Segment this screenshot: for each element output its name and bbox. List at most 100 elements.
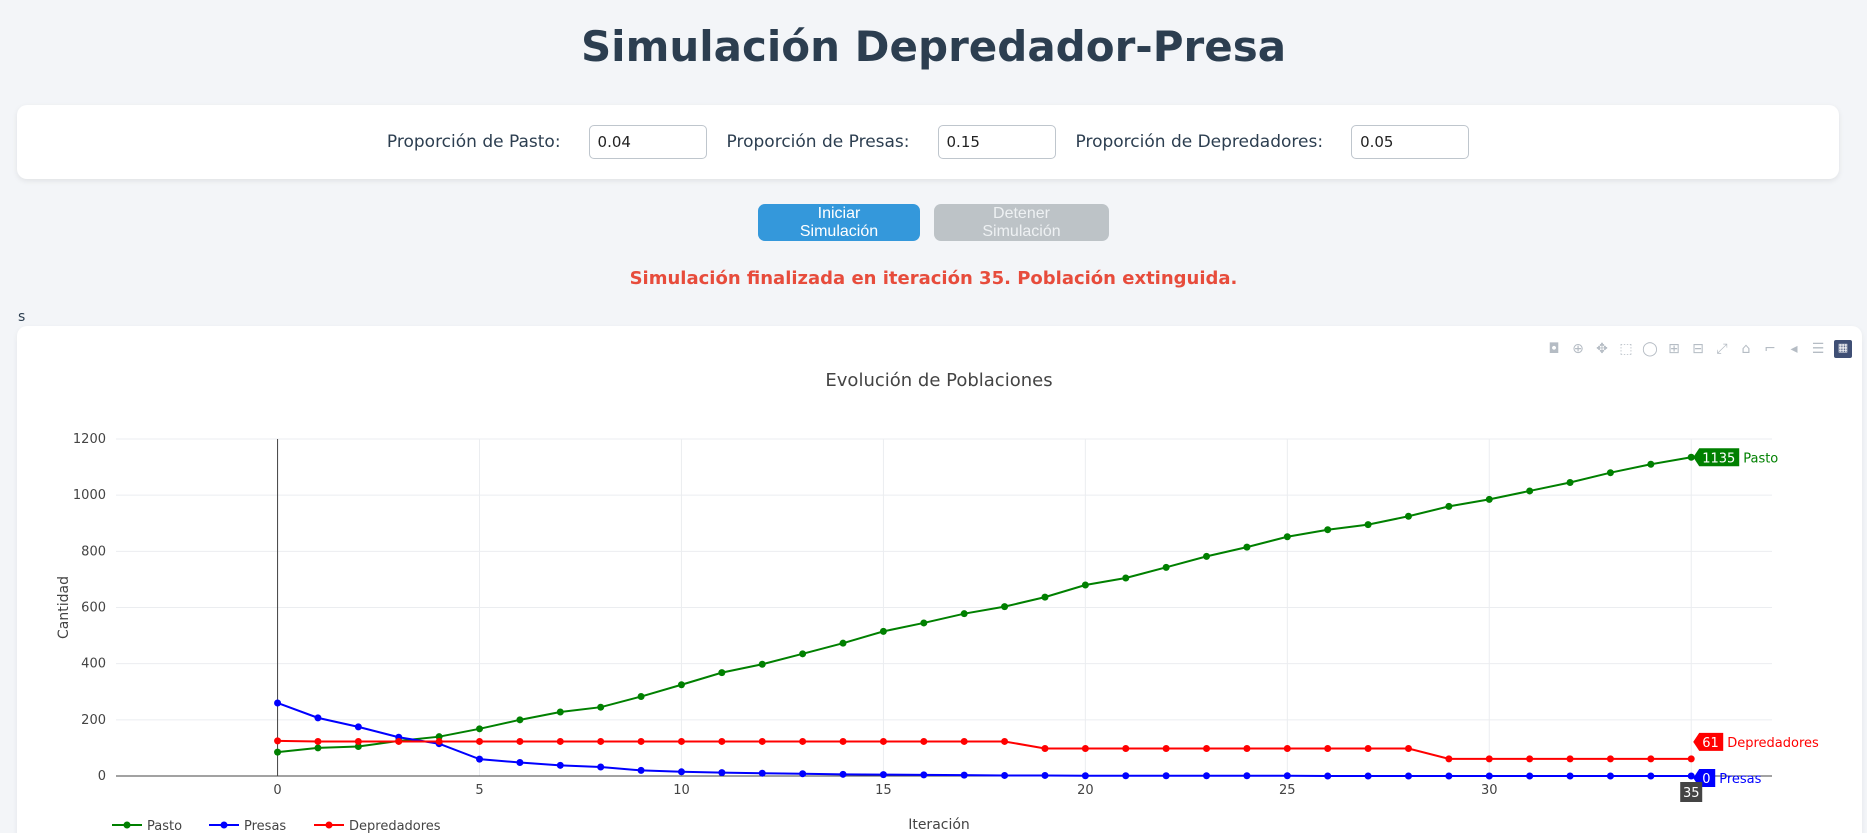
data-point-presas[interactable] bbox=[516, 759, 524, 767]
data-point-depredadores[interactable] bbox=[1566, 755, 1574, 763]
data-point-presas[interactable] bbox=[960, 771, 968, 779]
data-point-pasto[interactable] bbox=[1162, 563, 1170, 571]
data-point-pasto[interactable] bbox=[920, 619, 928, 627]
data-point-depredadores[interactable] bbox=[435, 737, 443, 745]
data-point-depredadores[interactable] bbox=[1162, 744, 1170, 752]
data-point-presas[interactable] bbox=[1081, 772, 1089, 780]
data-point-pasto[interactable] bbox=[1606, 469, 1614, 477]
data-point-presas[interactable] bbox=[1122, 772, 1130, 780]
data-point-pasto[interactable] bbox=[799, 650, 807, 658]
data-point-presas[interactable] bbox=[1001, 771, 1009, 779]
data-point-depredadores[interactable] bbox=[839, 737, 847, 745]
data-point-pasto[interactable] bbox=[879, 627, 887, 635]
data-point-pasto[interactable] bbox=[476, 725, 484, 733]
data-point-depredadores[interactable] bbox=[556, 737, 564, 745]
data-point-pasto[interactable] bbox=[1404, 512, 1412, 520]
data-point-pasto[interactable] bbox=[1647, 460, 1655, 468]
data-point-pasto[interactable] bbox=[1445, 502, 1453, 510]
data-point-pasto[interactable] bbox=[1283, 533, 1291, 541]
data-point-depredadores[interactable] bbox=[960, 737, 968, 745]
data-point-depredadores[interactable] bbox=[1404, 744, 1412, 752]
data-point-pasto[interactable] bbox=[1081, 581, 1089, 589]
data-point-depredadores[interactable] bbox=[354, 737, 362, 745]
data-point-depredadores[interactable] bbox=[1485, 755, 1493, 763]
data-point-presas[interactable] bbox=[758, 769, 766, 777]
data-point-pasto[interactable] bbox=[314, 744, 322, 752]
data-point-depredadores[interactable] bbox=[1203, 744, 1211, 752]
data-point-pasto[interactable] bbox=[1041, 593, 1049, 601]
data-point-pasto[interactable] bbox=[1566, 479, 1574, 487]
data-point-presas[interactable] bbox=[1243, 772, 1251, 780]
legend-marker[interactable] bbox=[220, 821, 228, 829]
data-point-pasto[interactable] bbox=[637, 693, 645, 701]
data-point-presas[interactable] bbox=[314, 714, 322, 722]
data-point-presas[interactable] bbox=[799, 770, 807, 778]
data-point-presas[interactable] bbox=[718, 769, 726, 777]
data-point-depredadores[interactable] bbox=[314, 737, 322, 745]
data-point-pasto[interactable] bbox=[1001, 603, 1009, 611]
data-point-depredadores[interactable] bbox=[1243, 744, 1251, 752]
data-point-pasto[interactable] bbox=[1203, 552, 1211, 560]
data-point-depredadores[interactable] bbox=[1283, 744, 1291, 752]
data-point-depredadores[interactable] bbox=[395, 737, 403, 745]
data-point-presas[interactable] bbox=[1526, 772, 1534, 780]
data-point-depredadores[interactable] bbox=[274, 737, 282, 745]
data-point-depredadores[interactable] bbox=[476, 737, 484, 745]
data-point-depredadores[interactable] bbox=[1001, 737, 1009, 745]
data-point-pasto[interactable] bbox=[1324, 526, 1332, 534]
data-point-pasto[interactable] bbox=[1485, 495, 1493, 503]
data-point-pasto[interactable] bbox=[1526, 487, 1534, 495]
data-point-pasto[interactable] bbox=[1243, 543, 1251, 551]
data-point-presas[interactable] bbox=[1404, 772, 1412, 780]
data-point-presas[interactable] bbox=[1606, 772, 1614, 780]
data-point-pasto[interactable] bbox=[677, 681, 685, 689]
data-point-depredadores[interactable] bbox=[1606, 755, 1614, 763]
data-point-presas[interactable] bbox=[1041, 771, 1049, 779]
data-point-presas[interactable] bbox=[556, 761, 564, 769]
data-point-presas[interactable] bbox=[1445, 772, 1453, 780]
data-point-presas[interactable] bbox=[1283, 772, 1291, 780]
data-point-depredadores[interactable] bbox=[879, 737, 887, 745]
data-point-presas[interactable] bbox=[1364, 772, 1372, 780]
data-point-depredadores[interactable] bbox=[597, 737, 605, 745]
data-point-depredadores[interactable] bbox=[1324, 744, 1332, 752]
data-point-depredadores[interactable] bbox=[1687, 755, 1695, 763]
data-point-presas[interactable] bbox=[839, 770, 847, 778]
data-point-depredadores[interactable] bbox=[1445, 755, 1453, 763]
data-point-presas[interactable] bbox=[1485, 772, 1493, 780]
data-point-presas[interactable] bbox=[274, 699, 282, 707]
data-point-presas[interactable] bbox=[1647, 772, 1655, 780]
data-point-pasto[interactable] bbox=[556, 708, 564, 716]
data-point-pasto[interactable] bbox=[758, 660, 766, 668]
data-point-depredadores[interactable] bbox=[920, 737, 928, 745]
data-point-depredadores[interactable] bbox=[758, 737, 766, 745]
data-point-presas[interactable] bbox=[354, 723, 362, 731]
legend-marker[interactable] bbox=[123, 821, 131, 829]
data-point-pasto[interactable] bbox=[839, 639, 847, 647]
data-point-depredadores[interactable] bbox=[1041, 744, 1049, 752]
data-point-pasto[interactable] bbox=[274, 748, 282, 756]
data-point-presas[interactable] bbox=[920, 771, 928, 779]
data-point-pasto[interactable] bbox=[597, 703, 605, 711]
data-point-presas[interactable] bbox=[1324, 772, 1332, 780]
data-point-pasto[interactable] bbox=[1364, 521, 1372, 529]
data-point-pasto[interactable] bbox=[960, 610, 968, 618]
data-point-depredadores[interactable] bbox=[799, 737, 807, 745]
data-point-depredadores[interactable] bbox=[1122, 744, 1130, 752]
data-point-presas[interactable] bbox=[597, 763, 605, 771]
data-point-pasto[interactable] bbox=[718, 669, 726, 677]
data-point-depredadores[interactable] bbox=[1081, 744, 1089, 752]
data-point-depredadores[interactable] bbox=[677, 737, 685, 745]
data-point-presas[interactable] bbox=[879, 771, 887, 779]
data-point-depredadores[interactable] bbox=[718, 737, 726, 745]
data-point-presas[interactable] bbox=[1566, 772, 1574, 780]
data-point-depredadores[interactable] bbox=[1526, 755, 1534, 763]
data-point-presas[interactable] bbox=[637, 766, 645, 774]
data-point-depredadores[interactable] bbox=[1647, 755, 1655, 763]
data-point-presas[interactable] bbox=[476, 755, 484, 763]
data-point-depredadores[interactable] bbox=[637, 737, 645, 745]
data-point-presas[interactable] bbox=[677, 768, 685, 776]
population-chart[interactable]: Evolución de Poblaciones0200400600800100… bbox=[0, 0, 1867, 833]
legend-marker[interactable] bbox=[325, 821, 333, 829]
data-point-depredadores[interactable] bbox=[516, 737, 524, 745]
